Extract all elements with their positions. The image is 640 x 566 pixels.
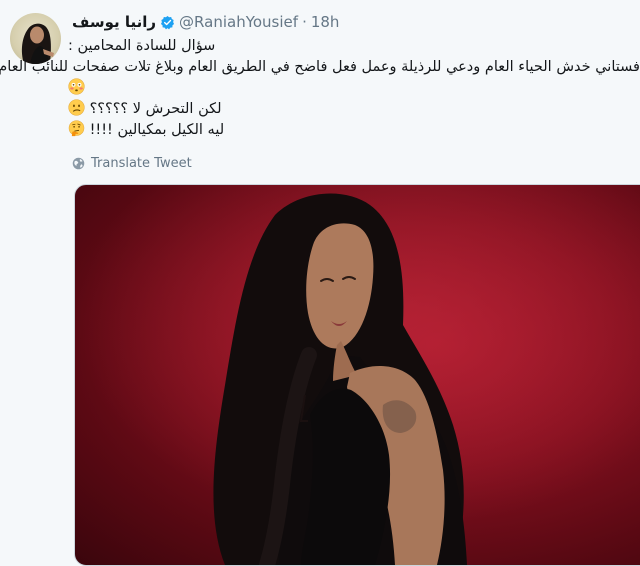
- separator-dot: ·: [302, 13, 307, 31]
- tweet-line-text: لكن التحرش لا ؟؟؟؟؟: [89, 101, 222, 117]
- translate-tweet-link[interactable]: Translate Tweet: [72, 154, 192, 172]
- flushed-face-emoji: [68, 78, 85, 95]
- verified-badge-icon: [160, 15, 175, 30]
- tweet-line-emoji: [68, 78, 640, 99]
- user-handle[interactable]: @RaniahYousief: [179, 13, 298, 31]
- tweet-photo[interactable]: [74, 184, 640, 566]
- tweet-line-with-emoji: لكن التحرش لا ؟؟؟؟؟: [68, 99, 640, 120]
- thinking-face-emoji: [68, 120, 85, 137]
- tweet-line-with-emoji: ليه الكيل بمكيالين !!!!: [68, 120, 640, 141]
- tweet-line: فستاني خدش الحياء العام ودعي للرذيلة وعم…: [0, 59, 640, 75]
- globe-icon: [72, 157, 85, 170]
- confused-face-emoji: [68, 99, 85, 116]
- tweet-line-text: ليه الكيل بمكيالين !!!!: [89, 122, 225, 138]
- translate-label: Translate Tweet: [91, 155, 192, 171]
- tweet-line: سؤال للسادة المحامين :: [68, 38, 216, 54]
- timestamp[interactable]: 18h: [311, 13, 340, 31]
- tweet-text: سؤال للسادة المحامين : فستاني خدش الحياء…: [0, 36, 640, 141]
- tweet-header: رانيا يوسف @RaniahYousief · 18h: [72, 12, 339, 32]
- display-name[interactable]: رانيا يوسف: [72, 13, 156, 31]
